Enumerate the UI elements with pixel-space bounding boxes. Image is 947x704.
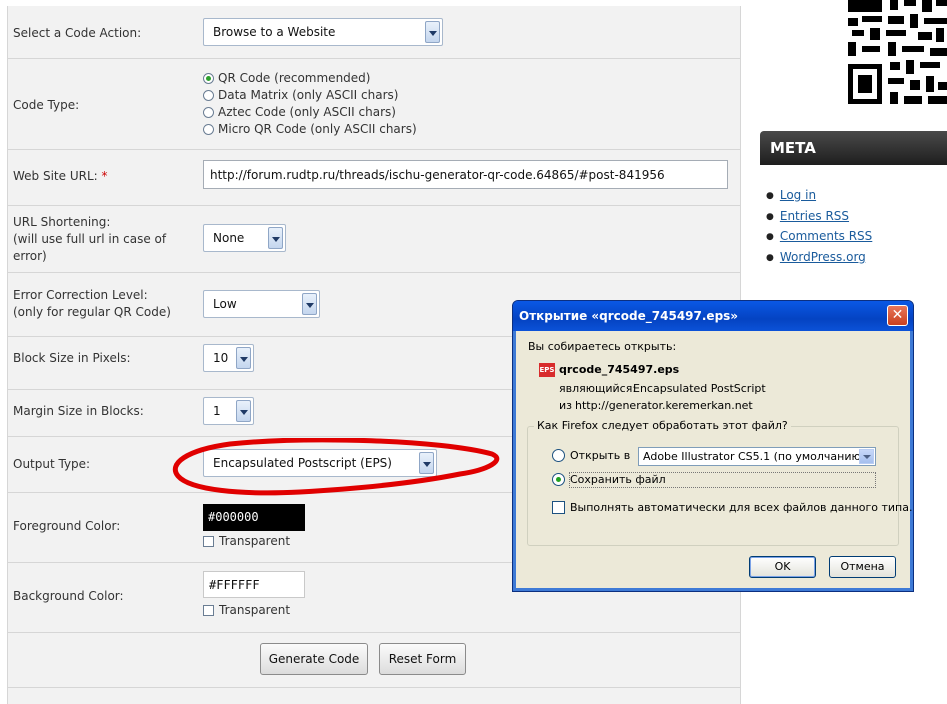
website-url-label: Web Site URL: * — [13, 168, 108, 185]
url-shortening-select[interactable]: None — [203, 224, 286, 252]
code-type-option-data-matrix[interactable]: Data Matrix (only ASCII chars) — [203, 88, 398, 102]
block-size-select[interactable]: 10 — [203, 344, 254, 372]
foreground-color-label: Foreground Color: — [13, 519, 121, 533]
auto-action-checkbox[interactable] — [552, 501, 565, 514]
foreground-transparent-option[interactable]: Transparent — [203, 534, 290, 548]
radio-selected-icon[interactable] — [203, 73, 214, 84]
url-shortening-label-line1: URL Shortening: — [13, 215, 111, 229]
code-action-value: Browse to a Website — [213, 25, 336, 39]
meta-widget-header: META — [760, 131, 947, 165]
file-source-value: http://generator.keremerkan.net — [575, 399, 753, 412]
meta-links-list: Log in Entries RSS Comments RSS WordPres… — [766, 186, 872, 268]
background-transparent-option[interactable]: Transparent — [203, 603, 290, 617]
file-source-label: из — [559, 399, 572, 412]
website-url-input[interactable]: http://forum.rudtp.ru/threads/ischu-gene… — [203, 160, 728, 189]
open-with-app-value: Adobe Illustrator CS5.1 (по умолчанию) — [643, 450, 866, 463]
margin-size-select[interactable]: 1 — [203, 397, 254, 425]
dialog-title: Открытие «qrcode_745497.eps» — [519, 309, 739, 323]
meta-link-text[interactable]: WordPress.org — [780, 250, 866, 264]
file-type-label: являющийся: — [559, 382, 637, 395]
output-type-label: Output Type: — [13, 457, 91, 471]
margin-size-label: Margin Size in Blocks: — [13, 404, 144, 418]
url-shortening-value: None — [213, 231, 245, 245]
meta-link-text[interactable]: Log in — [780, 188, 816, 202]
file-type-value: Encapsulated PostScript — [633, 382, 766, 395]
radio-icon[interactable] — [203, 90, 214, 101]
save-file-label[interactable]: Сохранить файл — [570, 473, 666, 486]
code-action-label: Select a Code Action: — [13, 26, 142, 40]
output-type-value: Encapsulated Postscript (EPS) — [213, 456, 392, 470]
dialog-titlebar[interactable]: Открытие «qrcode_745497.eps» ✕ — [513, 301, 913, 331]
code-action-select[interactable]: Browse to a Website — [203, 18, 443, 46]
block-size-label: Block Size in Pixels: — [13, 351, 131, 365]
meta-link-wordpress[interactable]: WordPress.org — [766, 248, 872, 269]
chevron-down-icon — [425, 21, 440, 43]
url-shortening-label: URL Shortening: (will use full url in ca… — [13, 214, 166, 265]
code-type-row: Code Type: QR Code (recommended) Data Ma… — [8, 59, 740, 150]
chevron-down-icon — [419, 452, 434, 474]
website-url-row: Web Site URL: * http://forum.rudtp.ru/th… — [8, 150, 740, 206]
website-url-label-text: Web Site URL: — [13, 169, 98, 183]
chevron-down-icon — [859, 449, 874, 464]
chevron-down-icon — [302, 293, 317, 315]
url-shortening-label-line2: (will use full url in case of — [13, 232, 167, 246]
chevron-down-icon — [236, 400, 251, 422]
checkbox-icon[interactable] — [203, 605, 214, 616]
background-transparent-label: Transparent — [219, 603, 291, 617]
chevron-down-icon — [236, 347, 251, 369]
generate-code-button[interactable]: Generate Code — [260, 643, 368, 675]
foreground-color-input[interactable]: #000000 — [203, 504, 305, 531]
option-label: Aztec Code (only ASCII chars) — [218, 105, 396, 119]
url-shortening-row: URL Shortening: (will use full url in ca… — [8, 206, 740, 273]
file-handling-question: Как Firefox следует обработать этот файл… — [534, 419, 791, 432]
ok-button[interactable]: OK — [749, 556, 816, 578]
code-type-option-qr[interactable]: QR Code (recommended) — [203, 71, 370, 85]
open-with-radio[interactable] — [552, 449, 565, 462]
eps-file-icon: EPS — [539, 363, 555, 377]
meta-widget-title: META — [770, 139, 816, 157]
error-correction-select[interactable]: Low — [203, 290, 320, 318]
reset-form-button[interactable]: Reset Form — [379, 643, 466, 675]
open-with-label[interactable]: Открыть в — [570, 449, 630, 462]
option-label: Micro QR Code (only ASCII chars) — [218, 122, 417, 136]
background-color-label: Background Color: — [13, 589, 124, 603]
margin-size-value: 1 — [213, 404, 221, 418]
error-correction-label-line1: Error Correction Level: — [13, 288, 148, 302]
close-icon[interactable]: ✕ — [887, 305, 908, 326]
error-correction-label-line2: (only for regular QR Code) — [13, 305, 171, 319]
meta-link-text[interactable]: Entries RSS — [780, 209, 849, 223]
error-correction-label: Error Correction Level: (only for regula… — [13, 287, 171, 321]
radio-icon[interactable] — [203, 107, 214, 118]
open-with-app-select[interactable]: Adobe Illustrator CS5.1 (по умолчанию) — [638, 447, 876, 466]
code-type-label: Code Type: — [13, 98, 80, 112]
chevron-down-icon — [268, 227, 283, 249]
meta-link-login[interactable]: Log in — [766, 186, 872, 207]
meta-link-entries-rss[interactable]: Entries RSS — [766, 207, 872, 228]
code-type-option-aztec[interactable]: Aztec Code (only ASCII chars) — [203, 105, 396, 119]
foreground-transparent-label: Transparent — [219, 534, 291, 548]
about-to-open-text: Вы собираетесь открыть: — [528, 340, 677, 353]
code-type-option-micro-qr[interactable]: Micro QR Code (only ASCII chars) — [203, 122, 417, 136]
form-actions-row: Generate Code Reset Form — [8, 633, 740, 688]
required-marker: * — [101, 169, 108, 183]
firefox-open-file-dialog: Открытие «qrcode_745497.eps» ✕ Вы собира… — [512, 300, 914, 592]
url-shortening-label-line3: error) — [13, 249, 47, 263]
auto-action-label[interactable]: Выполнять автоматически для всех файлов … — [570, 501, 912, 514]
option-label: QR Code (recommended) — [218, 71, 371, 85]
background-color-input[interactable]: #FFFFFF — [203, 571, 305, 598]
dialog-filename: qrcode_745497.eps — [559, 363, 680, 376]
qr-code-image — [848, 0, 947, 104]
meta-link-text[interactable]: Comments RSS — [780, 229, 872, 243]
output-type-select[interactable]: Encapsulated Postscript (EPS) — [203, 449, 437, 477]
save-file-radio[interactable] — [552, 473, 565, 486]
block-size-value: 10 — [213, 351, 229, 365]
cancel-button[interactable]: Отмена — [829, 556, 896, 578]
code-action-row: Select a Code Action: Browse to a Websit… — [8, 6, 740, 59]
dialog-body: Вы собираетесь открыть: EPS qrcode_74549… — [516, 331, 912, 588]
error-correction-value: Low — [213, 297, 237, 311]
checkbox-icon[interactable] — [203, 536, 214, 547]
option-label: Data Matrix (only ASCII chars) — [218, 88, 399, 102]
meta-link-comments-rss[interactable]: Comments RSS — [766, 227, 872, 248]
radio-icon[interactable] — [203, 124, 214, 135]
